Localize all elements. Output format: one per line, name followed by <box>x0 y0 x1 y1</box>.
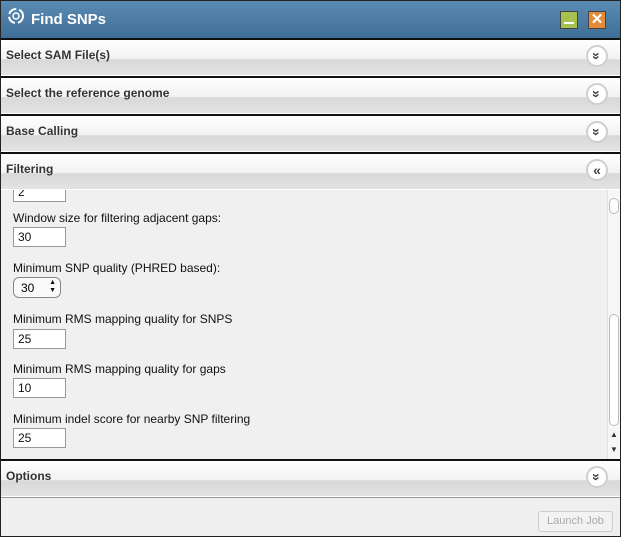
partial-value-input[interactable] <box>13 190 66 202</box>
rms-snps-input[interactable] <box>13 329 66 349</box>
close-button[interactable]: ✕ <box>588 11 606 29</box>
close-icon: ✕ <box>590 11 604 28</box>
window-size-input[interactable] <box>13 227 66 247</box>
title-bar[interactable]: Find SNPs ✕ <box>1 1 620 38</box>
section-title: Select the reference genome <box>6 86 170 100</box>
section-reference-genome[interactable]: Select the reference genome » <box>1 76 620 113</box>
chevron-down-icon[interactable]: » <box>586 466 608 488</box>
section-title: Base Calling <box>6 124 79 138</box>
filtering-scrollbar[interactable]: ▲ ▼ <box>607 190 620 459</box>
rms-gaps-input[interactable] <box>13 378 66 398</box>
section-title: Options <box>6 469 52 483</box>
field-label: Minimum RMS mapping quality for SNPS <box>13 312 233 326</box>
scroll-up-icon[interactable]: ▲ <box>610 430 618 439</box>
section-select-sam-files[interactable]: Select SAM File(s) » <box>1 38 620 75</box>
section-title: Filtering <box>6 162 54 176</box>
scroll-thumb[interactable] <box>609 314 619 426</box>
field-rms-snps: Minimum RMS mapping quality for SNPS <box>13 312 232 326</box>
filtering-panel: Window size for filtering adjacent gaps:… <box>1 190 620 459</box>
field-label: Minimum indel score for nearby SNP filte… <box>13 412 251 426</box>
find-snps-window: Find SNPs ✕ Select SAM File(s) » Select … <box>0 0 621 537</box>
launch-job-button[interactable]: Launch Job <box>538 511 613 532</box>
field-label: Minimum SNP quality (PHRED based): <box>13 261 221 275</box>
chevron-down-icon[interactable]: » <box>586 83 608 105</box>
section-base-calling[interactable]: Base Calling » <box>1 114 620 151</box>
stepper-arrows-icon[interactable]: ▲ ▼ <box>49 279 56 295</box>
field-min-snp-quality: Minimum SNP quality (PHRED based): <box>13 261 220 275</box>
field-label: Minimum RMS mapping quality for gaps <box>13 362 226 376</box>
footer-bar: Launch Job <box>1 497 620 536</box>
chevron-up-icon[interactable]: « <box>586 159 608 181</box>
window-title: Find SNPs <box>31 11 107 28</box>
chevron-down-icon[interactable]: » <box>586 121 608 143</box>
scroll-down-icon[interactable]: ▼ <box>610 445 618 454</box>
field-indel-score: Minimum indel score for nearby SNP filte… <box>13 412 250 426</box>
section-title: Select SAM File(s) <box>6 48 111 62</box>
field-window-size: Window size for filtering adjacent gaps: <box>13 211 221 225</box>
field-rms-gaps: Minimum RMS mapping quality for gaps <box>13 362 226 376</box>
min-snp-quality-stepper[interactable]: 30 ▲ ▼ <box>13 277 61 298</box>
section-filtering[interactable]: Filtering « <box>1 152 620 189</box>
section-options[interactable]: Options » <box>1 459 620 496</box>
field-label: Window size for filtering adjacent gaps: <box>13 211 222 225</box>
scroll-thumb-top[interactable] <box>609 198 619 214</box>
swirl-logo-icon <box>8 8 24 24</box>
indel-score-input[interactable] <box>13 428 66 448</box>
chevron-down-icon[interactable]: » <box>586 45 608 67</box>
minimize-button[interactable] <box>560 11 578 29</box>
stepper-value: 30 <box>21 281 35 295</box>
